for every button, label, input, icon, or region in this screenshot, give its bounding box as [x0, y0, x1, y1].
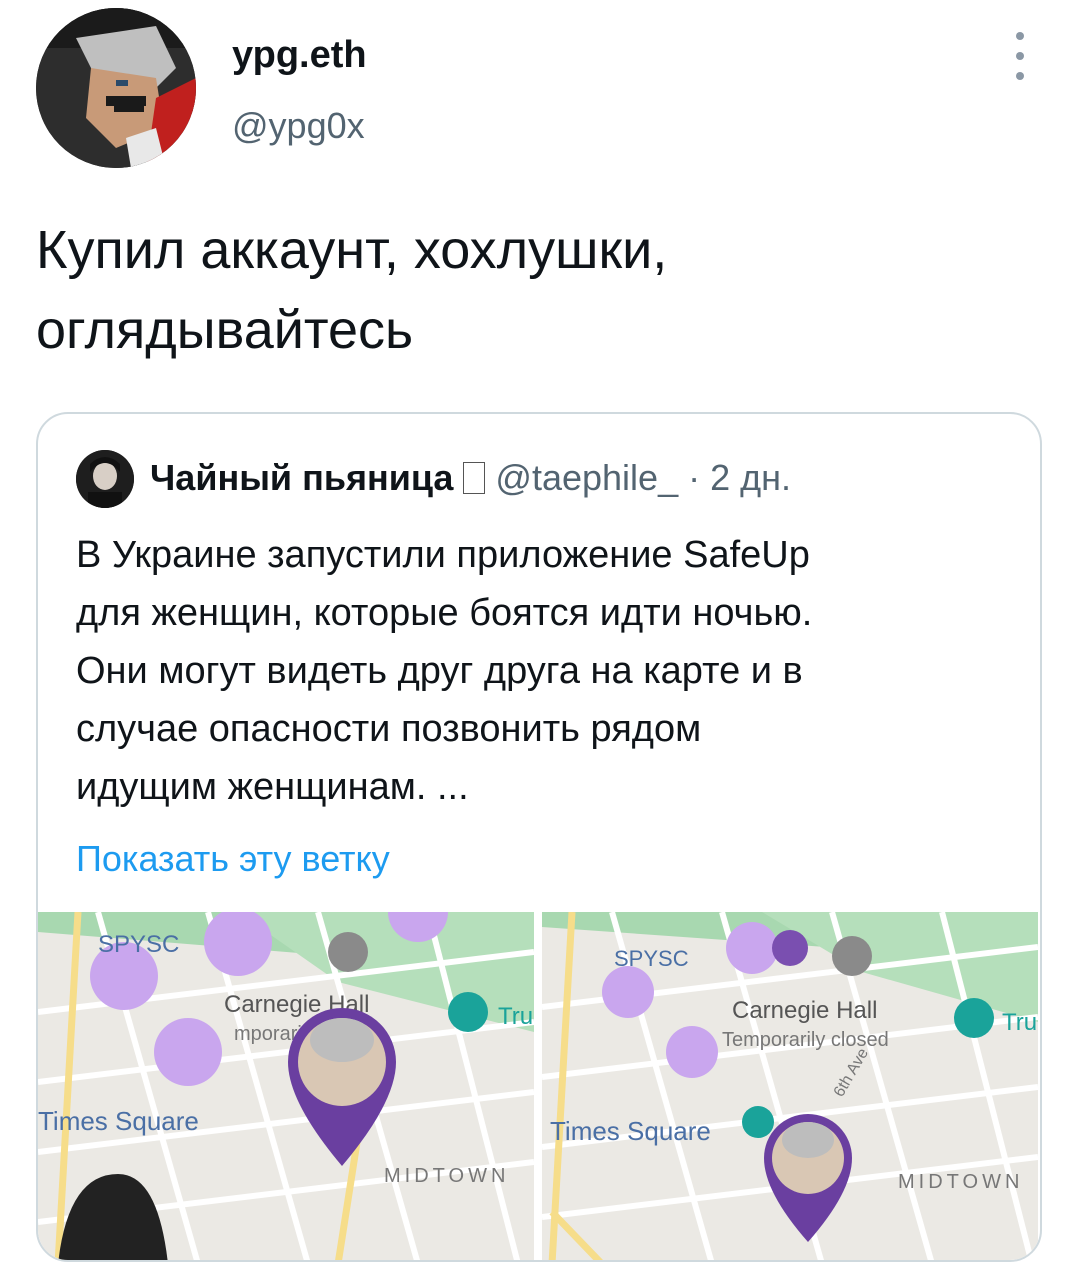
more-dot-icon: [1016, 32, 1024, 40]
square-label: Times Square: [38, 1106, 199, 1136]
emoji-placeholder-icon: [463, 462, 486, 494]
poi-label: SPYSC: [98, 931, 179, 958]
more-dot-icon: [1016, 52, 1024, 60]
separator-dot: ·: [688, 457, 701, 498]
show-thread-link[interactable]: Показать эту ветку: [76, 834, 390, 884]
pixel-portrait-icon: [36, 8, 196, 168]
hall-label: Carnegie Hall: [732, 997, 877, 1024]
quoted-timestamp[interactable]: 2 дн.: [710, 457, 791, 498]
user-handle[interactable]: @ypg0x: [232, 104, 365, 148]
display-name[interactable]: урg.eth: [232, 32, 367, 78]
quoted-text: В Украине запустили приложение SafeUp дл…: [76, 534, 813, 808]
tru-label: Tru: [1002, 1009, 1037, 1036]
tweet-text: Купил аккаунт, хохлушки, оглядывайтесь: [36, 220, 668, 360]
midtown-label: MIDTOWN: [384, 1165, 509, 1187]
map-image: SPYSC Carnegie Hall mporarily closed Tru…: [38, 912, 534, 1260]
avatar[interactable]: [36, 8, 196, 168]
quoted-header: Чайный пьяница @taephile_ · 2 дн.: [150, 452, 791, 504]
square-label: Times Square: [550, 1116, 711, 1146]
more-options-button[interactable]: [1008, 32, 1032, 80]
map-image: SPYSC Carnegie Hall Temporarily closed T…: [542, 912, 1038, 1260]
quoted-handle[interactable]: @taephile_: [495, 457, 678, 498]
closed-label: Temporarily closed: [722, 1029, 889, 1051]
midtown-label: MIDTOWN: [898, 1171, 1023, 1193]
more-dot-icon: [1016, 72, 1024, 80]
media-image-left[interactable]: SPYSC Carnegie Hall mporarily closed Tru…: [38, 912, 534, 1260]
quoted-avatar[interactable]: [76, 450, 134, 508]
poi-label: SPYSC: [614, 946, 689, 971]
quoted-tweet-card[interactable]: Чайный пьяница @taephile_ · 2 дн. В Украи…: [36, 412, 1042, 1262]
portrait-icon: [76, 450, 134, 508]
quoted-name[interactable]: Чайный пьяница: [150, 457, 453, 498]
tru-label: Tru: [498, 1003, 533, 1030]
media-image-right[interactable]: SPYSC Carnegie Hall Temporarily closed T…: [542, 912, 1038, 1260]
